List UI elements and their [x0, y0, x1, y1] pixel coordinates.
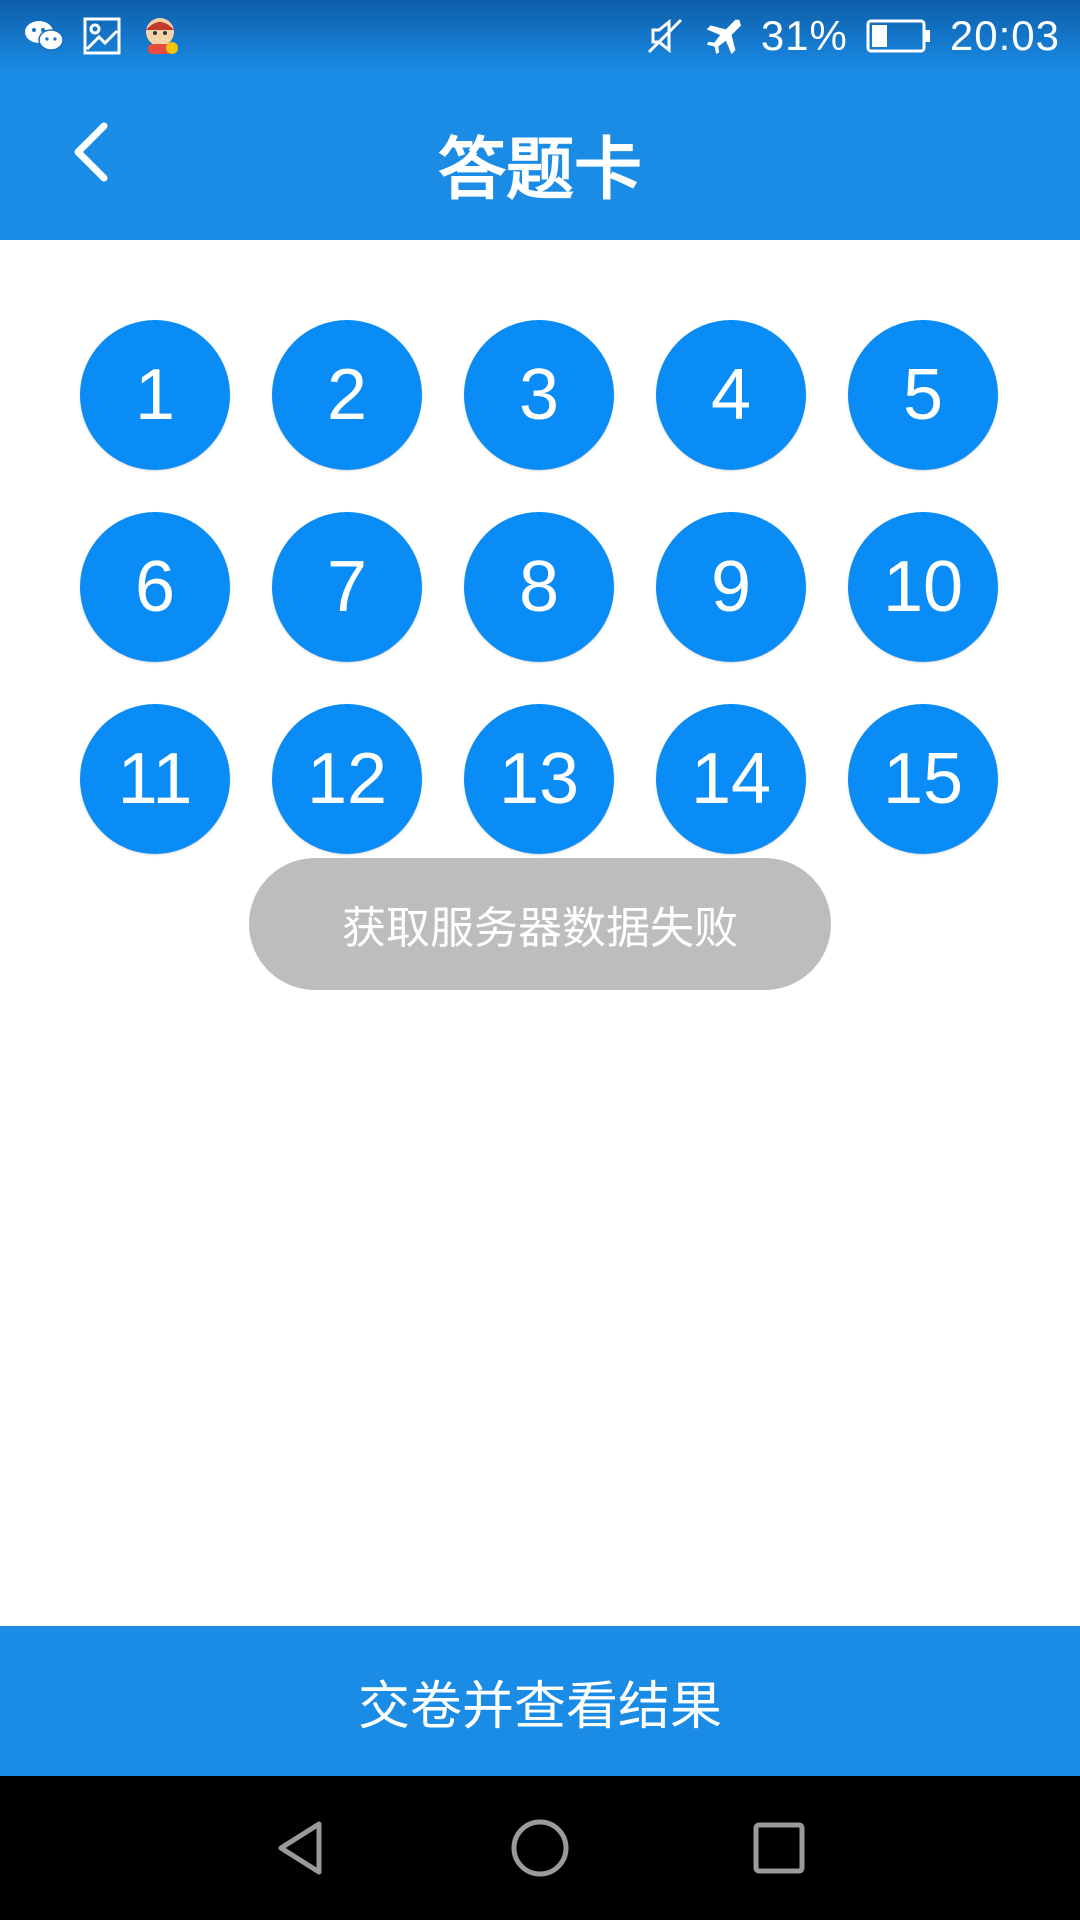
question-number-button[interactable]: 9 — [656, 512, 806, 662]
question-number-button[interactable]: 14 — [656, 704, 806, 854]
airplane-icon — [703, 16, 743, 56]
question-number-button[interactable]: 13 — [464, 704, 614, 854]
battery-percentage: 31% — [760, 12, 848, 59]
mute-icon — [645, 16, 685, 56]
question-number-button[interactable]: 3 — [464, 320, 614, 470]
battery-icon — [866, 16, 932, 56]
status-left-icons — [24, 16, 180, 56]
nav-recents-button[interactable] — [743, 1814, 815, 1886]
answer-grid: 1 2 3 4 5 6 7 8 9 10 11 12 13 14 15 — [80, 320, 1000, 854]
gallery-icon — [82, 16, 122, 56]
question-number-button[interactable]: 10 — [848, 512, 998, 662]
question-number-button[interactable]: 6 — [80, 512, 230, 662]
wechat-icon — [24, 16, 64, 56]
back-triangle-icon — [273, 1818, 329, 1882]
nav-back-button[interactable] — [265, 1814, 337, 1886]
question-number-button[interactable]: 2 — [272, 320, 422, 470]
home-circle-icon — [508, 1816, 572, 1884]
question-number-button[interactable]: 5 — [848, 320, 998, 470]
error-toast: 获取服务器数据失败 — [249, 858, 831, 990]
question-number-button[interactable]: 7 — [272, 512, 422, 662]
status-right-icons: 31% 20:03 — [645, 12, 1060, 60]
question-number-button[interactable]: 15 — [848, 704, 998, 854]
question-number-button[interactable]: 12 — [272, 704, 422, 854]
question-number-button[interactable]: 11 — [80, 704, 230, 854]
nav-home-button[interactable] — [504, 1814, 576, 1886]
submit-and-view-results-button[interactable]: 交卷并查看结果 — [0, 1626, 1080, 1776]
question-number-button[interactable]: 1 — [80, 320, 230, 470]
app-bar: 答题卡 — [0, 72, 1080, 240]
clock: 20:03 — [949, 12, 1060, 59]
question-number-button[interactable]: 4 — [656, 320, 806, 470]
status-bar: 31% 20:03 — [0, 0, 1080, 72]
app-avatar-icon — [140, 16, 180, 56]
system-navigation-bar — [0, 1776, 1080, 1920]
question-number-button[interactable]: 8 — [464, 512, 614, 662]
page-title: 答题卡 — [437, 131, 642, 210]
recents-square-icon — [751, 1820, 807, 1880]
